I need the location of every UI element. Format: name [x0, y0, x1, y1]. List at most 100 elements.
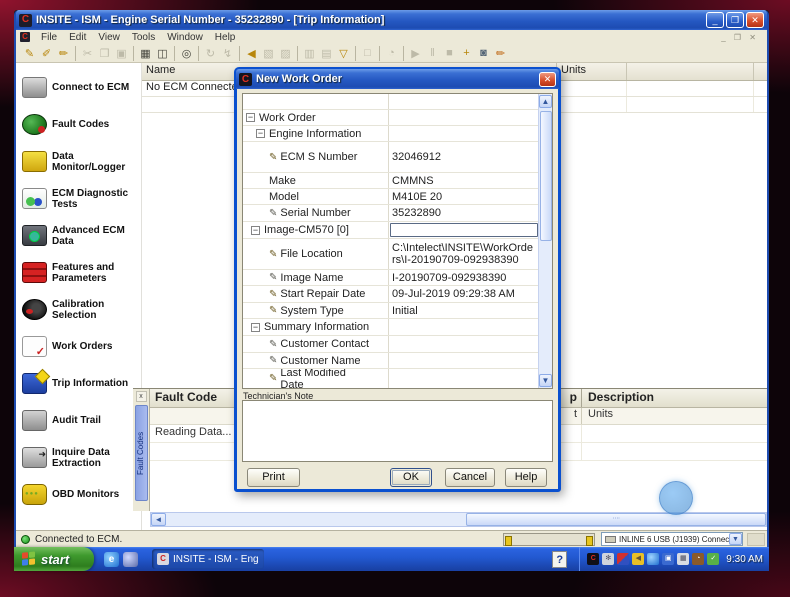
start-button[interactable]: start [14, 547, 94, 571]
grid-row-serial-number[interactable]: ✎ Serial Number 35232890 [243, 205, 539, 222]
new-page-icon[interactable]: □ [359, 45, 376, 62]
dialog-titlebar[interactable]: C New Work Order ✕ [236, 69, 559, 89]
column-description[interactable]: Description [582, 389, 767, 407]
play-icon[interactable]: ▶ [407, 45, 424, 62]
menu-edit[interactable]: Edit [63, 32, 92, 43]
quick-launch-app-icon[interactable] [123, 551, 138, 567]
sidebar-item-features-and-parameters[interactable]: Features and Parameters [22, 254, 139, 291]
connection-error-tray-icon[interactable] [617, 553, 630, 565]
grid-row-make[interactable]: Make CMMNS [243, 173, 539, 189]
copy-icon[interactable]: ❐ [96, 45, 113, 62]
grid-row-ecm-s-number[interactable]: ✎ ECM S Number 32046912 [243, 142, 539, 173]
cummins-tray-icon[interactable]: C [587, 553, 600, 565]
grid-row-engine-information[interactable]: − Engine Information [243, 126, 539, 142]
help-icon[interactable]: ? [552, 550, 568, 568]
notes-icon[interactable]: ✏ [492, 45, 509, 62]
report-icon[interactable]: ▥ [301, 45, 318, 62]
print-preview-icon[interactable]: ◫ [154, 45, 171, 62]
menu-tools[interactable]: Tools [126, 32, 161, 43]
sidebar-item-inquire-data-extraction[interactable]: Inquire Data Extraction [22, 439, 139, 476]
usb-tray-icon[interactable]: ✓ [707, 553, 720, 565]
collapse-icon[interactable]: − [256, 129, 265, 138]
sidebar-item-fault-codes[interactable]: Fault Codes [22, 106, 139, 143]
messenger-tray-icon[interactable]: ▣ [662, 553, 675, 565]
collapse-icon[interactable]: − [251, 225, 260, 235]
scroll-down-icon[interactable]: ▼ [539, 374, 552, 387]
grid-row-last-modified-date[interactable]: ✎ Last Modified Date [243, 369, 539, 388]
grid-row-model[interactable]: Model M410E 20 [243, 189, 539, 205]
sidebar-item-advanced-ecm-data[interactable]: Advanced ECM Data [22, 217, 139, 254]
sidebar-item-work-orders[interactable]: Work Orders [22, 328, 139, 365]
grid-row-file-location[interactable]: ✎ File Location C:\Intelect\INSITE\WorkOr… [243, 239, 539, 270]
connection-type-dropdown[interactable]: INLINE 6 USB (J1939) Connection ▼ [601, 532, 743, 546]
grid-row-start-repair-date[interactable]: ✎ Start Repair Date 09-Jul-2019 09:29:38 … [243, 286, 539, 303]
sidebar-item-connect-to-ecm[interactable]: Connect to ECM [22, 69, 139, 106]
increment-save-icon[interactable]: + [458, 45, 475, 62]
new-work-order-icon[interactable]: ✎ [21, 45, 38, 62]
volume-tray-icon[interactable]: ◀ [632, 553, 645, 565]
window-titlebar[interactable]: C INSITE - ISM - Engine Serial Number - … [16, 10, 767, 30]
grid-row-image-name[interactable]: ✎ Image Name I-20190709-092938390 [243, 270, 539, 286]
sidebar-item-trip-information[interactable]: Trip Information [22, 365, 139, 402]
grid-row-image-cm570[interactable]: − Image-CM570 [0] [243, 222, 539, 239]
sidebar-item-obd-monitors[interactable]: OBD Monitors [22, 476, 139, 513]
grid-row-customer-contact[interactable]: ✎ Customer Contact [243, 336, 539, 353]
sidebar-item-ecm-diagnostic-tests[interactable]: ECM Diagnostic Tests [22, 180, 139, 217]
refresh-icon[interactable]: ↻ [202, 45, 219, 62]
network-tray-icon[interactable] [647, 553, 660, 565]
printer-tray-icon[interactable]: ▦ [677, 553, 690, 565]
cancel-button[interactable]: Cancel [445, 468, 495, 487]
taskbar-button-insite[interactable]: C INSITE - ISM - Engine... [152, 549, 264, 569]
ok-button[interactable]: OK [390, 468, 432, 487]
scroll-left-icon[interactable]: ◄ [151, 513, 166, 526]
grid-row-summary-information[interactable]: − Summary Information [243, 319, 539, 336]
snapshot-icon[interactable]: ◙ [475, 45, 492, 62]
grid-row-customer-name[interactable]: ✎ Customer Name [243, 353, 539, 369]
filter-icon[interactable]: ▽ [335, 45, 352, 62]
export-icon[interactable]: ▤ [318, 45, 335, 62]
close-button[interactable]: ✕ [746, 12, 764, 28]
help-button[interactable]: Help [505, 468, 547, 487]
restore-button[interactable]: ❐ [726, 12, 744, 28]
paste-icon[interactable]: ▣ [113, 45, 130, 62]
grid-row-work-order[interactable]: − Work Order [243, 110, 539, 126]
column-extra[interactable] [627, 63, 754, 80]
menu-view[interactable]: View [92, 32, 126, 43]
technicians-note-input[interactable] [242, 400, 553, 462]
menu-window[interactable]: Window [161, 32, 209, 43]
gauge-icon[interactable]: ◔ [383, 45, 400, 62]
link-icon[interactable]: ↯ [219, 45, 236, 62]
column-units[interactable]: Units [557, 63, 627, 80]
minimize-button[interactable]: _ [706, 12, 724, 28]
menu-file[interactable]: File [35, 32, 63, 43]
pause-icon[interactable]: ‖ [424, 45, 441, 62]
tab-fault-codes[interactable]: Fault Codes [135, 405, 148, 501]
mdi-window-controls[interactable]: _ ❐ ✕ [721, 33, 763, 42]
collapse-icon[interactable]: − [246, 113, 255, 122]
dialog-vertical-scrollbar[interactable]: ▲ ▼ [538, 94, 552, 388]
sidebar-item-audit-trail[interactable]: Audit Trail [22, 402, 139, 439]
dialog-close-button[interactable]: ✕ [539, 71, 556, 87]
grid-row-system-type[interactable]: ✎ System Type Initial [243, 303, 539, 319]
menu-help[interactable]: Help [209, 32, 242, 43]
sidebar-item-data-monitor-logger[interactable]: Data Monitor/Logger [22, 143, 139, 180]
scrollbar-thumb[interactable] [466, 513, 766, 526]
print-button[interactable]: Print [247, 468, 300, 487]
combo-arrow-icon[interactable]: ▼ [729, 533, 742, 545]
collapse-icon[interactable]: − [251, 322, 260, 332]
close-panel-icon[interactable]: x [135, 391, 147, 402]
search-icon[interactable]: ◎ [178, 45, 195, 62]
scrollbar-thumb[interactable] [540, 111, 552, 241]
save-work-order-icon[interactable]: ✏ [55, 45, 72, 62]
cut-icon[interactable]: ✂ [79, 45, 96, 62]
internet-explorer-icon[interactable]: e [104, 551, 119, 567]
scheduler-tray-icon[interactable]: ◔ [692, 553, 705, 565]
ecm-image-icon[interactable]: ▧ [260, 45, 277, 62]
sidebar-item-calibration-selection[interactable]: Calibration Selection [22, 291, 139, 328]
settings-tray-icon[interactable]: ✻ [602, 553, 615, 565]
open-work-order-icon[interactable]: ✐ [38, 45, 55, 62]
scroll-up-icon[interactable]: ▲ [539, 95, 552, 108]
print-icon[interactable]: ▦ [137, 45, 154, 62]
stop-icon[interactable]: ■ [441, 45, 458, 62]
focused-value-field[interactable] [390, 223, 538, 237]
